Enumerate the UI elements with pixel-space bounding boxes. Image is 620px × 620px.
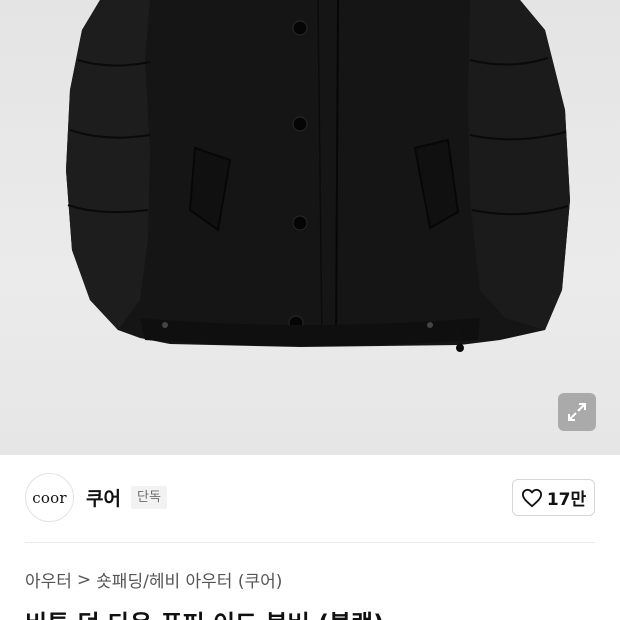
black-padded-jacket-image	[66, 0, 570, 352]
chevron-right-icon: >	[76, 569, 92, 590]
product-title: 비튼 덕 다운 푸퍼 이드 봄버 (블랙)	[25, 604, 384, 620]
like-button[interactable]: 17만	[512, 479, 595, 516]
exclusive-badge: 단독	[131, 486, 167, 509]
breadcrumb-category[interactable]: 아우터	[25, 567, 72, 592]
heart-outline-icon	[521, 488, 542, 507]
like-count: 17만	[546, 490, 587, 510]
expand-image-button[interactable]	[558, 393, 596, 431]
breadcrumb-subcategory[interactable]: 숏패딩/헤비 아우터 (쿠어)	[96, 567, 282, 592]
divider	[25, 542, 595, 543]
brand-logo[interactable]: coor	[25, 473, 74, 522]
brand-row: coor 쿠어 단독 17만	[0, 472, 620, 524]
brand-name[interactable]: 쿠어	[86, 484, 121, 511]
expand-arrows-icon	[568, 403, 586, 421]
breadcrumb: 아우터 > 숏패딩/헤비 아우터 (쿠어)	[25, 567, 282, 593]
product-image[interactable]	[0, 0, 620, 455]
